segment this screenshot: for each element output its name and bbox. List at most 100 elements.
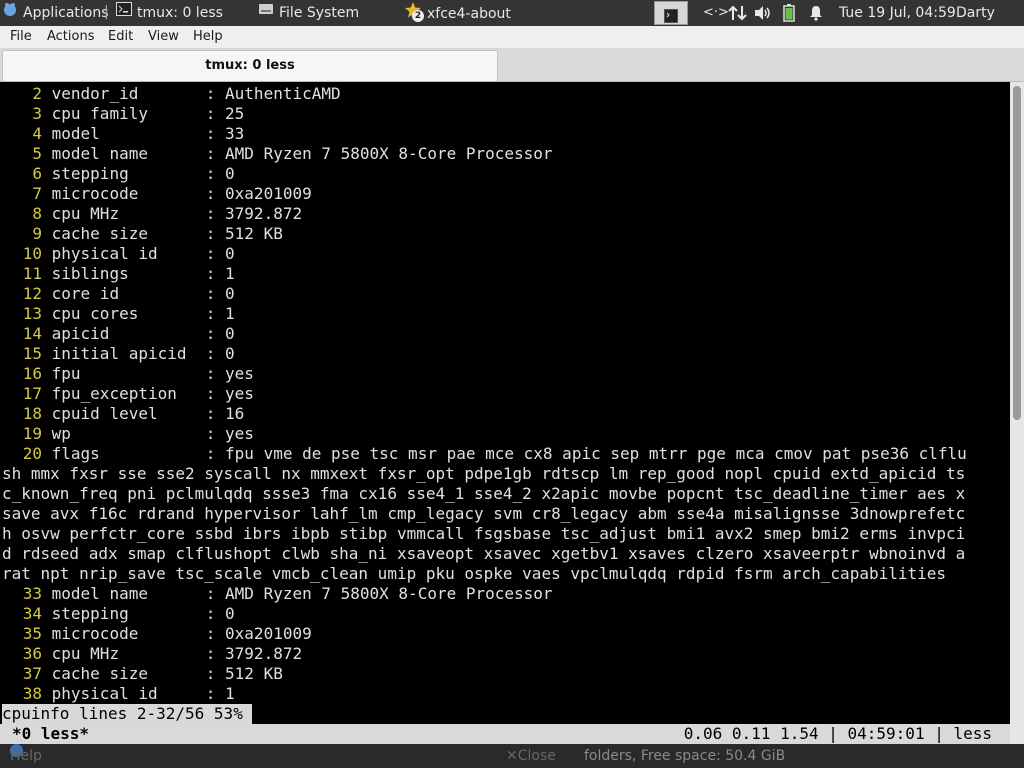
star-icon: 2 [404, 1, 424, 25]
line-text: cache size : 512 KB [51, 224, 283, 243]
terminal-line: 15 initial apicid : 0 [2, 344, 235, 364]
battery-icon[interactable] [783, 0, 795, 26]
line-number: 3 [32, 104, 42, 123]
terminal-line: 3 cpu family : 25 [2, 104, 244, 124]
menu-view[interactable]: View [148, 26, 179, 48]
line-number: 38 [22, 684, 42, 703]
terminal-line: 5 model name : AMD Ryzen 7 5800X 8-Core … [2, 144, 553, 164]
line-number: 6 [32, 164, 42, 183]
background-window: Help ✕ Close folders, Free space: 50.4 G… [0, 744, 1024, 768]
menu-actions[interactable]: Actions [47, 26, 95, 48]
transfer-arrows-icon[interactable] [728, 0, 748, 26]
terminal-view[interactable]: 2 vendor_id : AuthenticAMD 3 cpu family :… [0, 82, 1010, 744]
separator: | [104, 4, 109, 20]
line-text: cpu MHz : 3792.872 [51, 644, 303, 663]
terminal-line: 8 cpu MHz : 3792.872 [2, 204, 302, 224]
line-text: h osvw perfctr_core ssbd ibrs ibpb stibp… [2, 524, 966, 543]
terminal-line: 13 cpu cores : 1 [2, 304, 235, 324]
line-number: 16 [22, 364, 42, 383]
terminal-cursor [243, 704, 252, 724]
line-number: 34 [22, 604, 42, 623]
line-number: 11 [22, 264, 42, 283]
terminal-line: c_known_freq pni pclmulqdq ssse3 fma cx1… [2, 484, 965, 504]
taskbar-label: tmux: 0 less [137, 5, 223, 21]
line-text: model name : AMD Ryzen 7 5800X 8-Core Pr… [51, 144, 553, 163]
line-number: 35 [22, 624, 42, 643]
tab-bar: tmux: 0 less [0, 48, 1024, 82]
terminal-line: save avx f16c rdrand hypervisor lahf_lm … [2, 504, 965, 524]
terminal-line: 36 cpu MHz : 3792.872 [2, 644, 302, 664]
line-number: 15 [22, 344, 42, 363]
terminal-line: sh mmx fxsr sse sse2 syscall nx mmxext f… [2, 464, 965, 484]
line-number: 9 [32, 224, 42, 243]
terminal-line: 4 model : 33 [2, 124, 244, 144]
line-text: cpu MHz : 3792.872 [51, 204, 303, 223]
line-text: physical id : 1 [51, 684, 235, 703]
line-number: 20 [22, 444, 42, 463]
terminal-line: rat npt nrip_save tsc_scale vmcb_clean u… [2, 564, 946, 584]
line-number: 4 [32, 124, 42, 143]
taskbar-item-filesystem[interactable]: File System [254, 1, 398, 25]
line-number: 19 [22, 424, 42, 443]
line-text: physical id : 0 [51, 244, 235, 263]
terminal-line: 35 microcode : 0xa201009 [2, 624, 312, 644]
help-label: Help [10, 748, 42, 764]
tmux-status-bar: *0 less* 0.06 0.11 1.54 | 04:59:01 | les… [0, 724, 1010, 744]
menu-help[interactable]: Help [193, 26, 223, 48]
line-text: save avx f16c rdrand hypervisor lahf_lm … [2, 504, 966, 523]
line-text: d rdseed adx smap clflushopt clwb sha_ni… [2, 544, 966, 563]
line-text: stepping : 0 [51, 164, 235, 183]
line-text: initial apicid : 0 [51, 344, 235, 363]
volume-icon[interactable] [754, 0, 772, 26]
close-button-behind[interactable]: ✕ Close [506, 744, 556, 768]
line-number: 10 [22, 244, 42, 263]
terminal-line: 19 wp : yes [2, 424, 254, 444]
line-number: 18 [22, 404, 42, 423]
user-menu[interactable]: Darty uwu [956, 0, 1024, 47]
line-number: 7 [32, 184, 42, 203]
xfce-mouse-icon [2, 1, 18, 25]
taskbar-label: xfce4-about [427, 6, 511, 22]
close-label: Close [517, 748, 556, 764]
tmux-status-right: 0.06 0.11 1.54 | 04:59:01 | less [683, 724, 992, 743]
applications-menu-button[interactable]: Applications [0, 1, 110, 25]
tab-tmux[interactable]: tmux: 0 less [2, 50, 498, 81]
taskbar-item-tmux[interactable]: tmux: 0 less [112, 1, 252, 25]
clock[interactable]: Tue 19 Jul, 04:59 [839, 0, 956, 26]
taskbar-item-xfce4-about[interactable]: 2 xfce4-about [400, 1, 550, 25]
terminal-line: 38 physical id : 1 [2, 684, 235, 704]
line-text: microcode : 0xa201009 [51, 184, 312, 203]
tmux-window-list[interactable]: *0 less* [12, 724, 89, 744]
terminal-line: 16 fpu : yes [2, 364, 254, 384]
menu-file[interactable]: File [10, 26, 32, 48]
terminal-icon [116, 1, 132, 25]
terminal-line: 10 physical id : 0 [2, 244, 235, 264]
line-number: 13 [22, 304, 42, 323]
line-text: rat npt nrip_save tsc_scale vmcb_clean u… [2, 564, 947, 583]
line-text: cpu family : 25 [51, 104, 245, 123]
network-icon[interactable]: <·> [703, 0, 729, 26]
applications-label: Applications [23, 5, 109, 21]
scrollbar-thumb[interactable] [1013, 86, 1021, 420]
line-text: c_known_freq pni pclmulqdq ssse3 fma cx1… [2, 484, 966, 503]
taskbar-label: File System [279, 5, 360, 21]
line-number: 2 [32, 84, 42, 103]
line-text: vendor_id : AuthenticAMD [51, 84, 341, 103]
line-number: 33 [22, 584, 42, 603]
terminal-line: 2 vendor_id : AuthenticAMD [2, 84, 341, 104]
line-text: apicid : 0 [51, 324, 235, 343]
terminal-line: 9 cache size : 512 KB [2, 224, 283, 244]
terminal-line: 6 stepping : 0 [2, 164, 235, 184]
line-number: 36 [22, 644, 42, 663]
terminal-line: 34 stepping : 0 [2, 604, 235, 624]
workspace-switcher[interactable] [654, 1, 688, 25]
terminal-line: 33 model name : AMD Ryzen 7 5800X 8-Core… [2, 584, 553, 604]
line-text: fpu_exception : yes [51, 384, 254, 403]
line-text: siblings : 1 [51, 264, 235, 283]
terminal-line: 12 core id : 0 [2, 284, 235, 304]
terminal-scrollbar[interactable] [1010, 82, 1024, 744]
notification-bell-icon[interactable] [808, 0, 824, 26]
drive-icon [258, 1, 274, 25]
menu-edit[interactable]: Edit [108, 26, 133, 48]
terminal-line: 14 apicid : 0 [2, 324, 235, 344]
